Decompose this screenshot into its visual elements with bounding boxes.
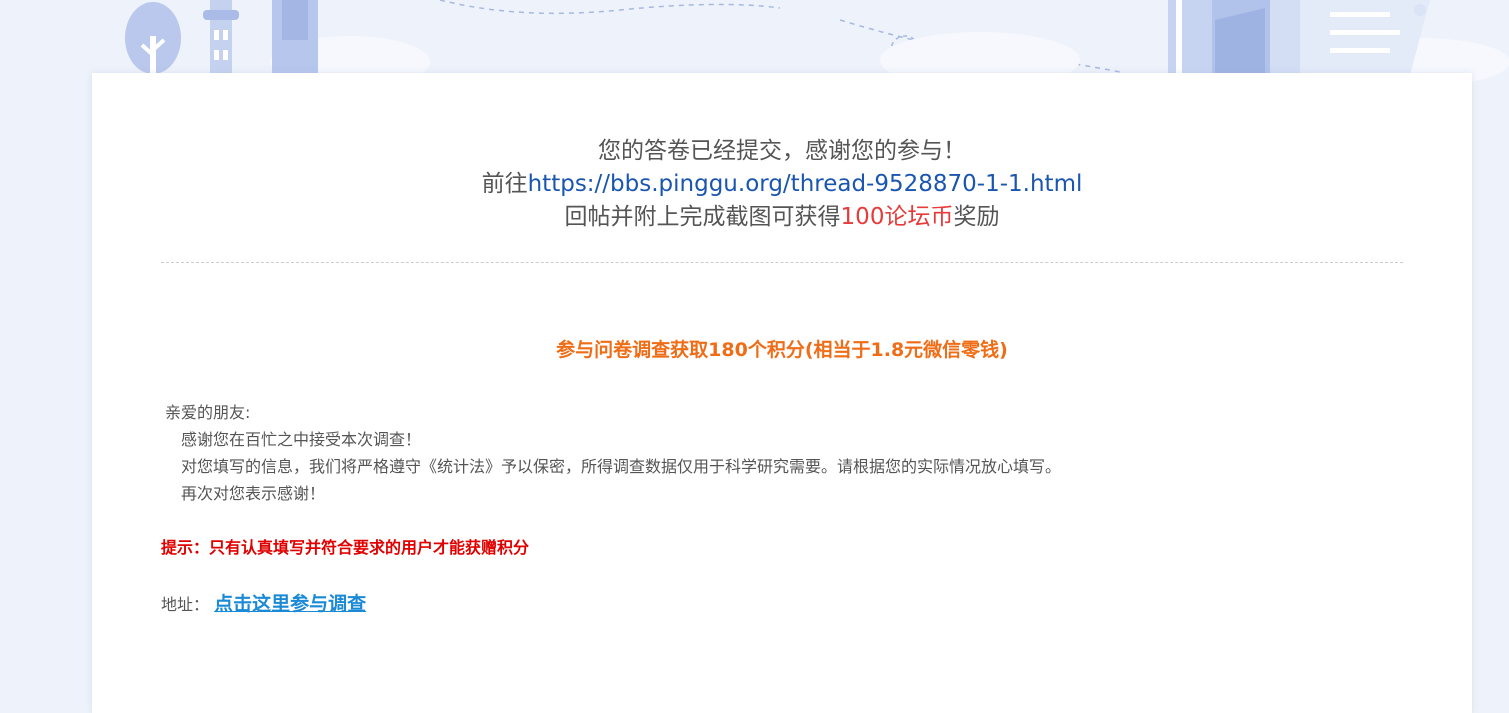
confirmation-line-3: 回帖并附上完成截图可获得100论坛币奖励 (92, 201, 1472, 234)
intro-paragraph-3: 再次对您表示感谢！ (181, 484, 326, 503)
confirmation-line-1: 您的答卷已经提交，感谢您的参与！ (598, 138, 966, 164)
intro-paragraph-1: 感谢您在百忙之中接受本次调查！ (181, 430, 422, 449)
survey-link[interactable]: 点击这里参与调查 (214, 593, 366, 615)
result-card: 您的答卷已经提交，感谢您的参与！ 前往https://bbs.pinggu.or… (92, 73, 1472, 713)
reward-amount: 100论坛币 (840, 204, 954, 230)
address-label: 地址： (161, 595, 210, 614)
submission-confirmation: 您的答卷已经提交，感谢您的参与！ 前往https://bbs.pinggu.or… (92, 135, 1472, 234)
line-3-prefix: 回帖并附上完成截图可获得 (564, 204, 841, 230)
confirmation-line-2: 前往https://bbs.pinggu.org/thread-9528870-… (92, 168, 1472, 201)
thread-link[interactable]: https://bbs.pinggu.org/thread-9528870-1-… (528, 171, 1083, 197)
line-2-prefix: 前往 (481, 171, 528, 197)
dashed-divider (161, 262, 1403, 263)
intro-paragraph-2: 对您填写的信息，我们将严格遵守《统计法》予以保密，所得调查数据仅用于科学研究需要… (181, 457, 1062, 476)
survey-intro: 亲爱的朋友: 感谢您在百忙之中接受本次调查！ 对您填写的信息，我们将严格遵守《统… (165, 399, 1425, 507)
survey-title: 参与问卷调查获取180个积分(相当于1.8元微信零钱) (556, 339, 1008, 361)
greeting: 亲爱的朋友: (165, 403, 251, 422)
line-3-suffix: 奖励 (953, 204, 1000, 230)
address-row: 地址： 点击这里参与调查 (161, 589, 366, 616)
hint-text: 提示：只有认真填写并符合要求的用户才能获赠积分 (161, 538, 530, 557)
